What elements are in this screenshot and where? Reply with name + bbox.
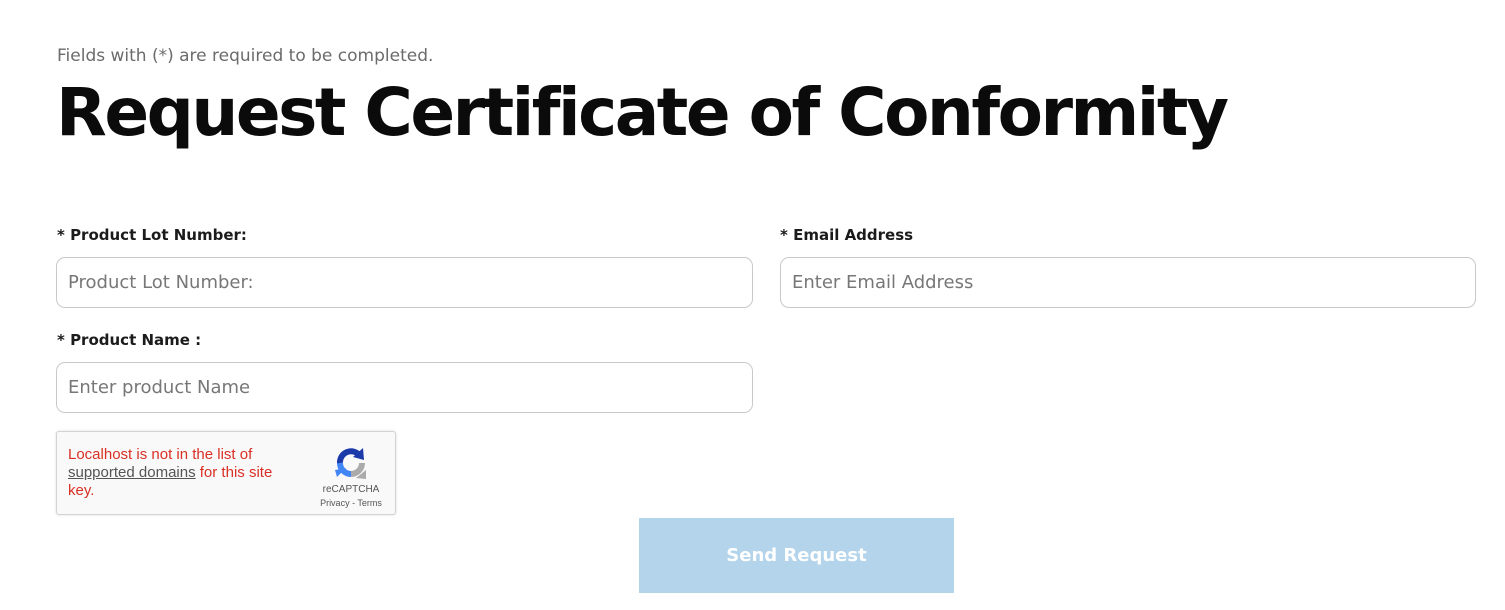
recaptcha-links: Privacy - Terms	[309, 498, 393, 508]
send-request-button[interactable]: Send Request	[639, 518, 954, 593]
email-input[interactable]	[780, 257, 1476, 308]
product-name-label: * Product Name :	[57, 331, 202, 349]
lot-number-input[interactable]	[56, 257, 753, 308]
page-title: Request Certificate of Conformity	[56, 74, 1229, 151]
supported-domains-link[interactable]: supported domains	[68, 464, 196, 481]
required-fields-note: Fields with (*) are required to be compl…	[57, 46, 434, 66]
privacy-link[interactable]: Privacy	[320, 498, 350, 508]
recaptcha-widget[interactable]: Localhost is not in the list of supporte…	[56, 431, 396, 515]
recaptcha-error-message: Localhost is not in the list of supporte…	[68, 446, 283, 500]
product-name-input[interactable]	[56, 362, 753, 413]
recaptcha-error-prefix: Localhost is not in the list of	[68, 446, 253, 463]
recaptcha-logo-icon	[335, 448, 366, 479]
recaptcha-brand-text: reCAPTCHA	[322, 484, 380, 495]
lot-number-label: * Product Lot Number:	[57, 226, 247, 244]
email-label: * Email Address	[780, 226, 914, 244]
terms-link[interactable]: Terms	[357, 498, 382, 508]
